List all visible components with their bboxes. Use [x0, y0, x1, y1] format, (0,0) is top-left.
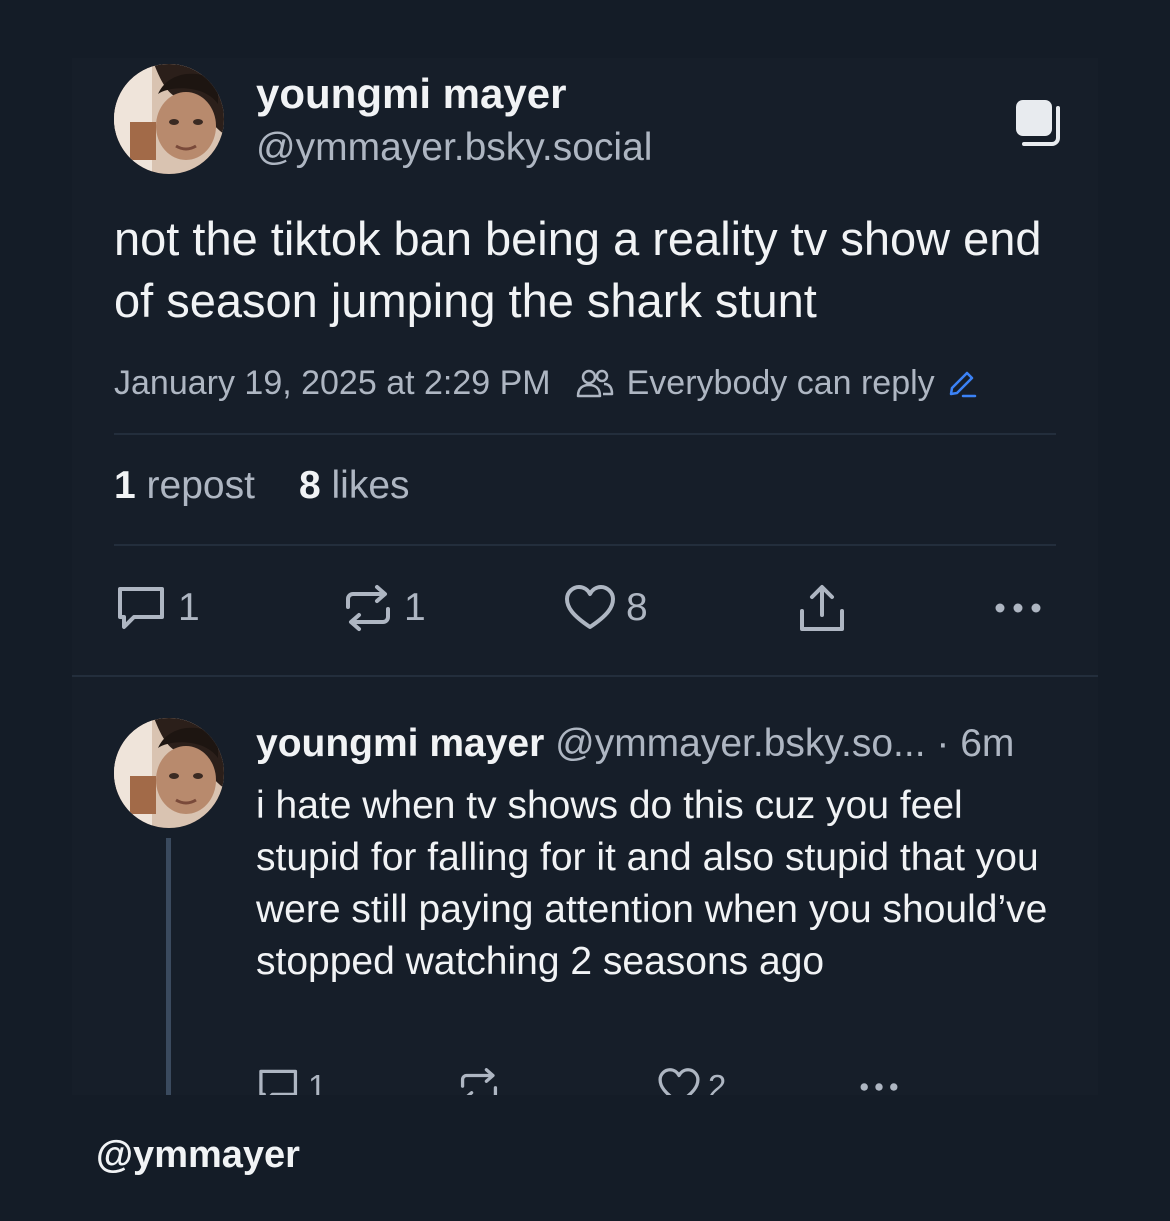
reply-author-name[interactable]: youngmi mayer — [256, 722, 544, 765]
avatar-photo — [114, 718, 224, 828]
post-text: not the tiktok ban being a reality tv sh… — [114, 212, 1042, 327]
reply-author-handle[interactable]: @ymmayer.bsky.so... — [555, 722, 925, 765]
engagement-stats: 1 repost 8 likes — [114, 464, 454, 508]
reply-text: i hate when tv shows do this cuz you fee… — [256, 784, 1048, 983]
more-button[interactable] — [990, 580, 1054, 636]
divider — [72, 675, 1098, 677]
reply-header: youngmi mayer @ymmayer.bsky.so... · 6m — [256, 722, 1014, 766]
heart-icon — [565, 585, 615, 629]
reply-count: 1 — [178, 586, 200, 629]
repost-count: 1 — [404, 586, 426, 629]
divider — [114, 544, 1056, 546]
like-button[interactable]: 8 — [562, 580, 648, 636]
post-actions: 1 1 8 — [114, 580, 1044, 636]
thread-line — [166, 838, 171, 1095]
reply-more-button[interactable] — [856, 1062, 908, 1095]
reply-like-button[interactable]: 2 — [656, 1062, 726, 1095]
heart-icon — [658, 1068, 700, 1095]
more-icon — [860, 1083, 898, 1091]
avatar-photo — [114, 64, 224, 174]
people-icon — [576, 369, 613, 398]
reply-reply-button[interactable]: 1 — [256, 1062, 326, 1095]
more-icon — [995, 603, 1041, 613]
watermark-handle: @ymmayer — [96, 1134, 300, 1176]
repost-icon — [460, 1068, 498, 1095]
reposts-stat[interactable]: 1 repost — [114, 464, 255, 508]
thread-copy-icon[interactable] — [1012, 96, 1064, 148]
reply-repost-button[interactable] — [456, 1062, 508, 1095]
repost-button[interactable]: 1 — [340, 580, 426, 636]
reply-setting-label[interactable]: Everybody can reply — [627, 364, 935, 403]
author-display-name[interactable]: youngmi mayer — [256, 70, 566, 118]
post-meta: January 19, 2025 at 2:29 PM Everybody ca… — [114, 360, 977, 406]
reply-button[interactable]: 1 — [114, 580, 200, 636]
divider — [114, 433, 1056, 435]
likes-stat[interactable]: 8 likes — [299, 464, 410, 508]
reply-reply-count: 1 — [308, 1068, 327, 1095]
repost-icon — [346, 585, 390, 631]
like-count: 8 — [626, 586, 648, 629]
post-card: youngmi mayer @ymmayer.bsky.social not t… — [72, 58, 1098, 1095]
reply-icon — [259, 1069, 298, 1095]
reply-like-count: 2 — [708, 1068, 727, 1095]
author-avatar[interactable] — [114, 64, 224, 174]
author-handle[interactable]: @ymmayer.bsky.social — [256, 126, 652, 170]
share-button[interactable] — [794, 580, 858, 636]
reply-icon — [118, 587, 164, 629]
post-timestamp[interactable]: January 19, 2025 at 2:29 PM — [114, 364, 551, 403]
pencil-icon[interactable] — [947, 368, 977, 398]
share-icon — [800, 585, 844, 631]
reply-time[interactable]: · 6m — [936, 722, 1014, 765]
reply-actions: 1 2 — [256, 1062, 956, 1095]
reply-author-avatar[interactable] — [114, 718, 224, 828]
